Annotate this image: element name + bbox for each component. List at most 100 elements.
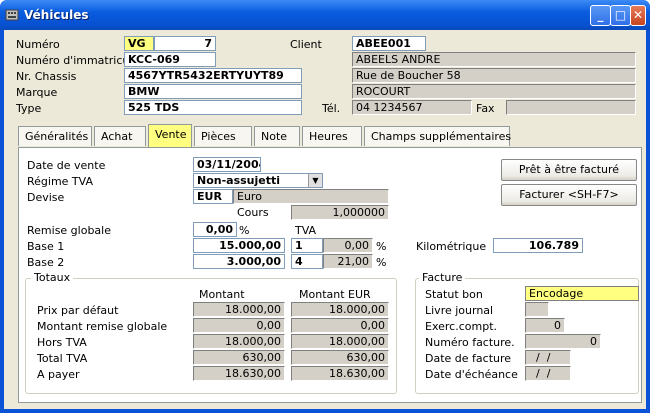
client-street-field: Rue de Boucher 58 [352, 68, 636, 83]
totaux-row-label: Total TVA [37, 352, 88, 365]
base1-label: Base 1 [27, 240, 65, 253]
totaux-title: Totaux [31, 271, 74, 284]
marque-field[interactable]: BMW [124, 84, 302, 99]
totaux-row-montant: 0,00 [193, 318, 285, 333]
devise-name-field: Euro [233, 189, 389, 204]
statut-bon-label: Statut bon [425, 288, 483, 301]
totaux-row-label: Montant remise globale [37, 320, 168, 333]
fax-label: Fax [476, 102, 495, 115]
date-facture-label: Date de facture [425, 352, 512, 365]
numero-label: Numéro [16, 38, 60, 51]
tel-label: Tél. [322, 102, 341, 115]
base2-unit: % [376, 256, 387, 269]
tab-pieces[interactable]: Pièces [194, 126, 252, 146]
exerc-compt-field: 0 [525, 318, 565, 333]
devise-label: Devise [27, 191, 65, 204]
base2-rate-field: 21,00 [323, 254, 373, 269]
window: Véhicules _ □ ✕ Numéro VG 7 Numéro d'imm… [0, 0, 650, 413]
facture-title: Facture [419, 271, 466, 284]
title-bar[interactable]: Véhicules _ □ ✕ [0, 0, 650, 30]
tab-note[interactable]: Note [254, 126, 300, 146]
tab-label: Généralités [25, 130, 89, 143]
client-label: Client [290, 38, 322, 51]
totaux-row-eur: 630,00 [291, 350, 389, 365]
totaux-row-label: A payer [37, 368, 80, 381]
numero-facture-field: 0 [525, 334, 601, 349]
totaux-row-montant: 630,00 [193, 350, 285, 365]
tab-label: Pièces [201, 130, 236, 143]
exerc-compt-label: Exerc.compt. [425, 320, 497, 333]
type-field[interactable]: 525 TDS [124, 100, 302, 115]
livre-journal-label: Livre journal [425, 304, 494, 317]
tva-header: TVA [295, 224, 317, 237]
remise-globale-field[interactable]: 0,00 [193, 222, 237, 237]
date-vente-label: Date de vente [27, 159, 106, 172]
tab-champs-supplementaires[interactable]: Champs supplémentaires [364, 126, 512, 146]
totaux-row-eur: 0,00 [291, 318, 389, 333]
kilometrique-field[interactable]: 106.789 [493, 238, 583, 253]
totaux-row-eur: 18.000,00 [291, 334, 389, 349]
statut-bon-field: Encodage [525, 286, 639, 301]
window-client: Numéro VG 7 Numéro d'immatriculat KCC-06… [4, 30, 646, 409]
tab-vente[interactable]: Vente [148, 124, 192, 147]
numero-field[interactable]: 7 [154, 36, 216, 51]
totaux-col-montant: Montant [199, 288, 245, 301]
regime-tva-select[interactable]: Non-assujetti ▼ [193, 173, 323, 188]
date-echeance-field: / / [525, 366, 571, 381]
tab-label: Note [261, 130, 288, 143]
livre-journal-field [525, 302, 549, 317]
facturer-button[interactable]: Facturer <SH-F7> [501, 184, 637, 206]
remise-globale-label: Remise globale [27, 224, 111, 237]
base1-code-field[interactable]: 1 [291, 238, 323, 253]
base2-field[interactable]: 3.000,00 [193, 254, 285, 269]
chassis-label: Nr. Chassis [16, 70, 77, 83]
base1-unit: % [376, 240, 387, 253]
window-title: Véhicules [24, 8, 89, 22]
tab-label: Vente [155, 128, 187, 141]
regime-tva-value: Non-assujetti [197, 174, 281, 187]
totaux-row-label: Prix par défaut [37, 304, 119, 317]
base1-field[interactable]: 15.000,00 [193, 238, 285, 253]
chassis-field[interactable]: 4567YTR5432ERTYUYT89 [124, 68, 302, 83]
chevron-down-icon[interactable]: ▼ [308, 174, 322, 187]
base1-rate-field: 0,00 [323, 238, 373, 253]
app-icon [5, 9, 19, 21]
totaux-row-eur: 18.630,00 [291, 366, 389, 381]
tab-label: Achat [101, 130, 133, 143]
minimize-button[interactable]: _ [590, 5, 611, 26]
fax-field [506, 100, 636, 115]
tab-achat[interactable]: Achat [94, 126, 146, 146]
base2-label: Base 2 [27, 256, 65, 269]
type-label: Type [16, 102, 42, 115]
totaux-row-montant: 18.000,00 [193, 334, 285, 349]
totaux-row-label: Hors TVA [37, 336, 87, 349]
tab-label: Heures [309, 130, 348, 143]
marque-label: Marque [16, 86, 58, 99]
tab-heures[interactable]: Heures [302, 126, 362, 146]
maximize-button[interactable]: □ [610, 5, 631, 26]
client-city-field: ROCOURT [352, 84, 636, 99]
regime-tva-label: Régime TVA [27, 175, 93, 188]
tab-label: Champs supplémentaires [371, 130, 512, 143]
kilometrique-label: Kilométrique [416, 240, 487, 253]
date-echeance-label: Date d'échéance [425, 368, 518, 381]
pret-a-etre-facture-button[interactable]: Prêt à être facturé <F7> [501, 159, 637, 196]
devise-code-field[interactable]: EUR [193, 189, 233, 204]
remise-unit: % [239, 224, 250, 237]
totaux-row-montant: 18.000,00 [193, 302, 285, 317]
date-vente-field[interactable]: 03/11/2004 [193, 157, 261, 172]
base2-code-field[interactable]: 4 [291, 254, 323, 269]
totaux-row-montant: 18.630,00 [193, 366, 285, 381]
client-name-field: ABEELS ANDRE [352, 52, 636, 67]
client-code-field[interactable]: ABEE001 [352, 36, 426, 51]
vente-panel: Date de vente 03/11/2004 Régime TVA Non-… [18, 147, 642, 403]
cours-label: Cours [237, 206, 269, 219]
close-button[interactable]: ✕ [630, 5, 646, 26]
cours-field: 1,000000 [291, 205, 389, 220]
totaux-row-eur: 18.000,00 [291, 302, 389, 317]
tab-generalites[interactable]: Généralités [18, 126, 92, 146]
numero-facture-label: Numéro facture. [425, 336, 515, 349]
immat-field[interactable]: KCC-069 [124, 52, 216, 67]
numero-prefix-field[interactable]: VG [124, 36, 154, 51]
date-facture-field: / / [525, 350, 571, 365]
